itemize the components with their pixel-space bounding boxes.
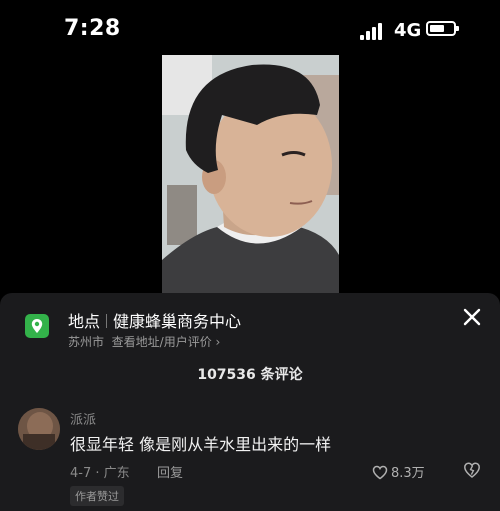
location-title[interactable]: 地点 健康蜂巢商务中心 bbox=[68, 308, 241, 332]
portrait-image bbox=[162, 55, 339, 293]
heart-icon bbox=[372, 465, 388, 480]
status-bar: 7:28 4G bbox=[0, 0, 500, 60]
dislike-icon[interactable] bbox=[463, 461, 481, 479]
status-time: 7:28 bbox=[64, 16, 121, 41]
divider bbox=[106, 314, 108, 328]
avatar[interactable] bbox=[18, 408, 60, 450]
comment-username[interactable]: 派派 bbox=[70, 409, 96, 428]
comment-meta: 4-7 · 广东 bbox=[70, 466, 130, 481]
author-liked-badge: 作者赞过 bbox=[70, 486, 124, 506]
location-city: 苏州市 bbox=[68, 335, 105, 349]
location-name: 健康蜂巢商务中心 bbox=[113, 312, 242, 331]
video-frame[interactable] bbox=[162, 55, 339, 293]
network-type: 4G bbox=[394, 20, 422, 41]
view-address-link[interactable]: 查看地址/用户评价 › bbox=[112, 335, 221, 349]
location-subtitle[interactable]: 苏州市 查看地址/用户评价 › bbox=[68, 333, 220, 350]
comment-count: 107536 条评论 bbox=[197, 367, 303, 383]
like-count: 8.3万 bbox=[391, 466, 425, 481]
like-button[interactable]: 8.3万 bbox=[372, 462, 425, 481]
reply-button[interactable]: 回复 bbox=[157, 462, 183, 481]
comments-sheet: 地点 健康蜂巢商务中心 苏州市 查看地址/用户评价 › 107536 条评论 派派… bbox=[0, 293, 500, 511]
comment-text: 很显年轻 像是刚从羊水里出来的一样 bbox=[70, 435, 332, 454]
location-pin-icon[interactable] bbox=[25, 314, 49, 338]
signal-icon bbox=[360, 22, 386, 40]
location-label: 地点 bbox=[68, 312, 101, 331]
close-icon[interactable] bbox=[462, 307, 482, 327]
battery-icon bbox=[426, 21, 459, 36]
